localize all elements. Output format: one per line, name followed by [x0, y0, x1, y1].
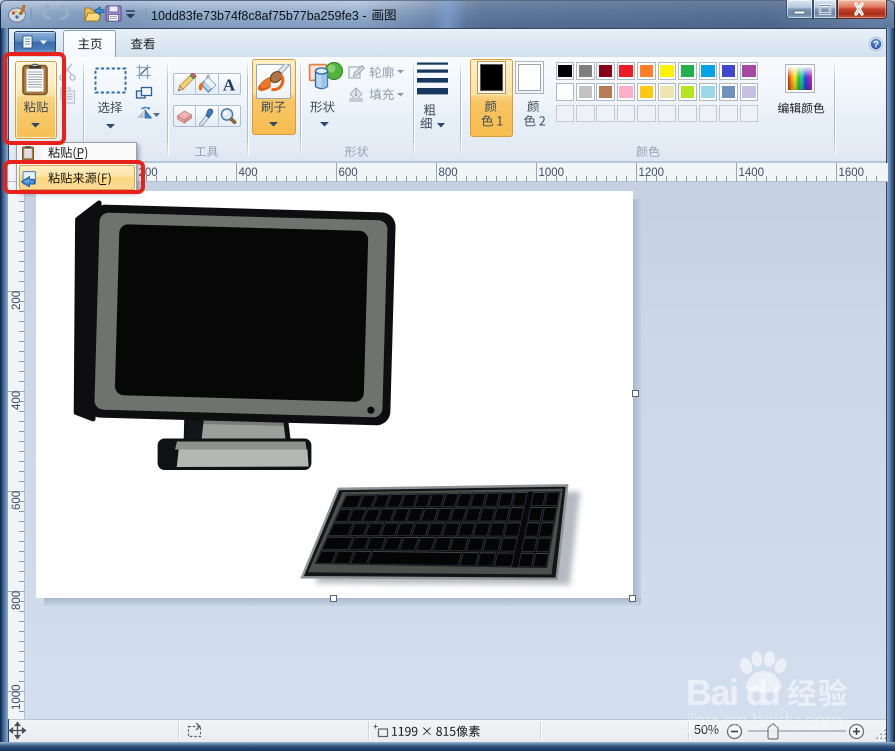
svg-text:600: 600	[339, 167, 358, 179]
svg-text:?: ?	[873, 39, 879, 50]
svg-text:A: A	[222, 75, 235, 94]
svg-text:Bai: Bai	[686, 672, 739, 713]
svg-text:600: 600	[11, 491, 23, 510]
svg-text:800: 800	[11, 591, 23, 610]
svg-text:1200: 1200	[639, 167, 665, 179]
svg-text:400: 400	[11, 391, 23, 410]
svg-text:800: 800	[439, 167, 458, 179]
svg-text:jingyan.baidu.com: jingyan.baidu.com	[685, 709, 843, 734]
svg-text:du: du	[746, 672, 781, 713]
svg-text:200: 200	[11, 291, 23, 310]
svg-text:1000: 1000	[11, 684, 23, 710]
svg-text:400: 400	[239, 167, 258, 179]
svg-text:1000: 1000	[539, 167, 565, 179]
svg-text:1600: 1600	[839, 167, 865, 179]
svg-text:1400: 1400	[739, 167, 765, 179]
